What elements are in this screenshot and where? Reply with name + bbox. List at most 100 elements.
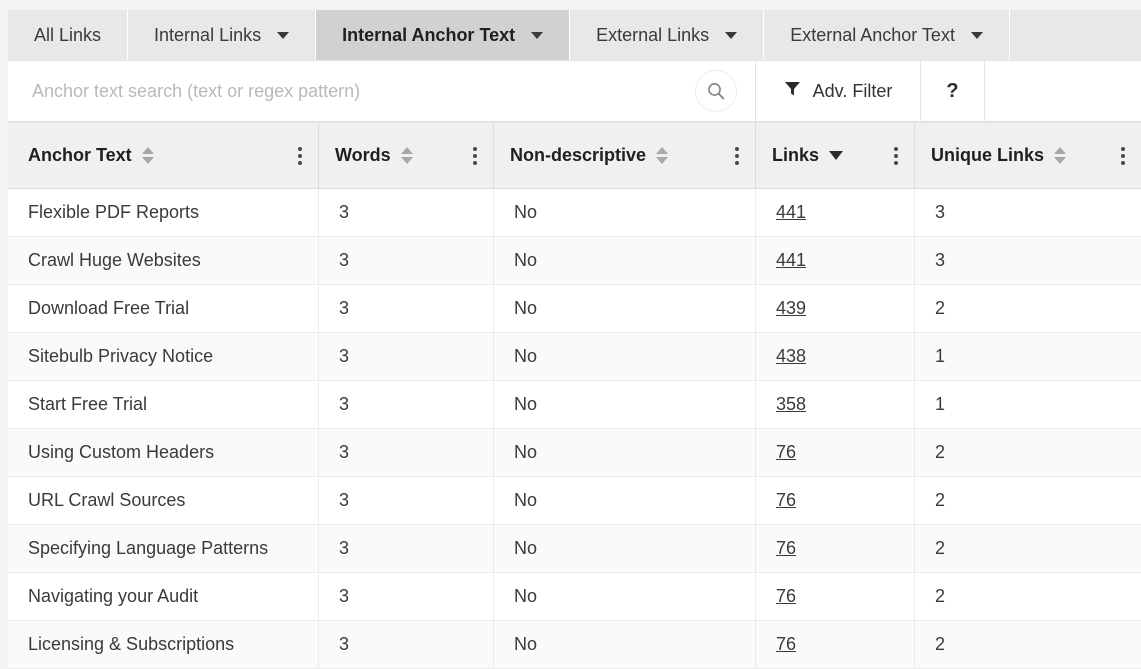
cell-unique-links: 1 — [915, 381, 1141, 428]
tab-external-links[interactable]: External Links — [570, 10, 765, 60]
links-count-link[interactable]: 438 — [776, 346, 806, 367]
toolbar-spacer — [985, 61, 1141, 121]
anchor-text-table: Anchor Text Words Non-descriptive Links Uniq… — [8, 122, 1141, 669]
cell-unique-links-value: 1 — [935, 346, 946, 366]
tab-external-anchor-text[interactable]: External Anchor Text — [764, 10, 1010, 60]
tab-all-links[interactable]: All Links — [8, 10, 129, 60]
cell-links[interactable]: 76 — [756, 429, 915, 476]
cell-unique-links-value: 2 — [935, 538, 946, 558]
cell-links[interactable]: 438 — [756, 333, 915, 380]
search-icon[interactable] — [695, 70, 737, 112]
table-row[interactable]: Licensing & Subscriptions 3 No 76 2 — [8, 621, 1141, 669]
adv-filter-button[interactable]: Adv. Filter — [756, 61, 921, 121]
tab-internal-anchor-text[interactable]: Internal Anchor Text — [316, 10, 571, 60]
cell-non-descriptive: No — [494, 189, 756, 236]
column-header-unique-links[interactable]: Unique Links — [915, 123, 1141, 188]
cell-words-value: 3 — [339, 346, 350, 366]
cell-non-descriptive: No — [494, 381, 756, 428]
table-row[interactable]: Using Custom Headers 3 No 76 2 — [8, 429, 1141, 477]
chevron-down-icon[interactable] — [531, 31, 544, 39]
cell-links[interactable]: 76 — [756, 573, 915, 620]
links-count-link[interactable]: 76 — [776, 442, 796, 463]
cell-anchor-text: Specifying Language Patterns — [8, 525, 319, 572]
cell-anchor-text: Start Free Trial — [8, 381, 319, 428]
column-header-label: Unique Links — [931, 145, 1045, 165]
links-count-link[interactable]: 76 — [776, 586, 796, 607]
cell-links[interactable]: 76 — [756, 477, 915, 524]
sort-toggle-icon[interactable] — [1054, 147, 1067, 164]
cell-words: 3 — [319, 333, 494, 380]
tab-internal-links[interactable]: Internal Links — [128, 10, 317, 60]
links-count-link[interactable]: 358 — [776, 394, 806, 415]
cell-non-descriptive-value: No — [514, 298, 538, 318]
table-row[interactable]: Download Free Trial 3 No 439 2 — [8, 285, 1141, 333]
column-menu-icon[interactable] — [888, 143, 904, 169]
cell-non-descriptive: No — [494, 285, 756, 332]
links-count-link[interactable]: 441 — [776, 202, 806, 223]
table-row[interactable]: Specifying Language Patterns 3 No 76 2 — [8, 525, 1141, 573]
column-menu-icon[interactable] — [467, 143, 483, 169]
sort-toggle-icon[interactable] — [400, 147, 413, 164]
help-label: ? — [946, 79, 959, 102]
cell-anchor-text-value: Flexible PDF Reports — [28, 202, 200, 222]
cell-non-descriptive: No — [494, 237, 756, 284]
cell-words-value: 3 — [339, 298, 350, 318]
cell-non-descriptive-value: No — [514, 634, 538, 654]
cell-links[interactable]: 439 — [756, 285, 915, 332]
cell-words: 3 — [319, 477, 494, 524]
cell-words: 3 — [319, 429, 494, 476]
cell-anchor-text-value: Start Free Trial — [28, 394, 148, 414]
links-count-link[interactable]: 76 — [776, 490, 796, 511]
cell-unique-links-value: 2 — [935, 634, 946, 654]
sort-toggle-icon[interactable] — [656, 147, 669, 164]
column-header-label: Links — [772, 145, 820, 165]
cell-words: 3 — [319, 285, 494, 332]
table-row[interactable]: Sitebulb Privacy Notice 3 No 438 1 — [8, 333, 1141, 381]
cell-anchor-text: Download Free Trial — [8, 285, 319, 332]
table-row[interactable]: Flexible PDF Reports 3 No 441 3 — [8, 189, 1141, 237]
cell-words-value: 3 — [339, 538, 350, 558]
cell-links[interactable]: 358 — [756, 381, 915, 428]
links-count-link[interactable]: 76 — [776, 634, 796, 655]
cell-links[interactable]: 441 — [756, 189, 915, 236]
cell-links[interactable]: 76 — [756, 621, 915, 668]
table-row[interactable]: Crawl Huge Websites 3 No 441 3 — [8, 237, 1141, 285]
column-menu-icon[interactable] — [292, 143, 308, 169]
table-row[interactable]: Start Free Trial 3 No 358 1 — [8, 381, 1141, 429]
chevron-down-icon[interactable] — [277, 31, 290, 39]
column-header-non-descriptive[interactable]: Non-descriptive — [494, 123, 756, 188]
cell-anchor-text-value: Specifying Language Patterns — [28, 538, 269, 558]
table-row[interactable]: URL Crawl Sources 3 No 76 2 — [8, 477, 1141, 525]
column-header-words[interactable]: Words — [319, 123, 494, 188]
cell-non-descriptive-value: No — [514, 538, 538, 558]
help-button[interactable]: ? — [921, 61, 985, 121]
sort-descending-icon[interactable] — [829, 151, 844, 160]
cell-non-descriptive-value: No — [514, 586, 538, 606]
cell-unique-links: 2 — [915, 525, 1141, 572]
tab-label: Internal Links — [154, 24, 262, 45]
cell-non-descriptive: No — [494, 429, 756, 476]
table-row[interactable]: Navigating your Audit 3 No 76 2 — [8, 573, 1141, 621]
column-header-anchor-text[interactable]: Anchor Text — [8, 123, 319, 188]
tab-bar-spacer — [1009, 10, 1141, 60]
cell-non-descriptive: No — [494, 525, 756, 572]
chevron-down-icon[interactable] — [970, 31, 983, 39]
cell-anchor-text: Flexible PDF Reports — [8, 189, 319, 236]
links-count-link[interactable]: 441 — [776, 250, 806, 271]
cell-non-descriptive-value: No — [514, 442, 538, 462]
cell-links[interactable]: 76 — [756, 525, 915, 572]
column-header-links[interactable]: Links — [756, 123, 915, 188]
column-menu-icon[interactable] — [729, 143, 745, 169]
cell-links[interactable]: 441 — [756, 237, 915, 284]
links-count-link[interactable]: 439 — [776, 298, 806, 319]
cell-unique-links-value: 3 — [935, 250, 946, 270]
cell-non-descriptive-value: No — [514, 202, 538, 222]
search-input[interactable] — [8, 60, 695, 122]
chevron-down-icon[interactable] — [725, 31, 738, 39]
sort-toggle-icon[interactable] — [141, 147, 154, 164]
cell-unique-links-value: 2 — [935, 442, 946, 462]
cell-words-value: 3 — [339, 490, 350, 510]
column-menu-icon[interactable] — [1115, 143, 1131, 169]
links-count-link[interactable]: 76 — [776, 538, 796, 559]
cell-non-descriptive-value: No — [514, 346, 538, 366]
